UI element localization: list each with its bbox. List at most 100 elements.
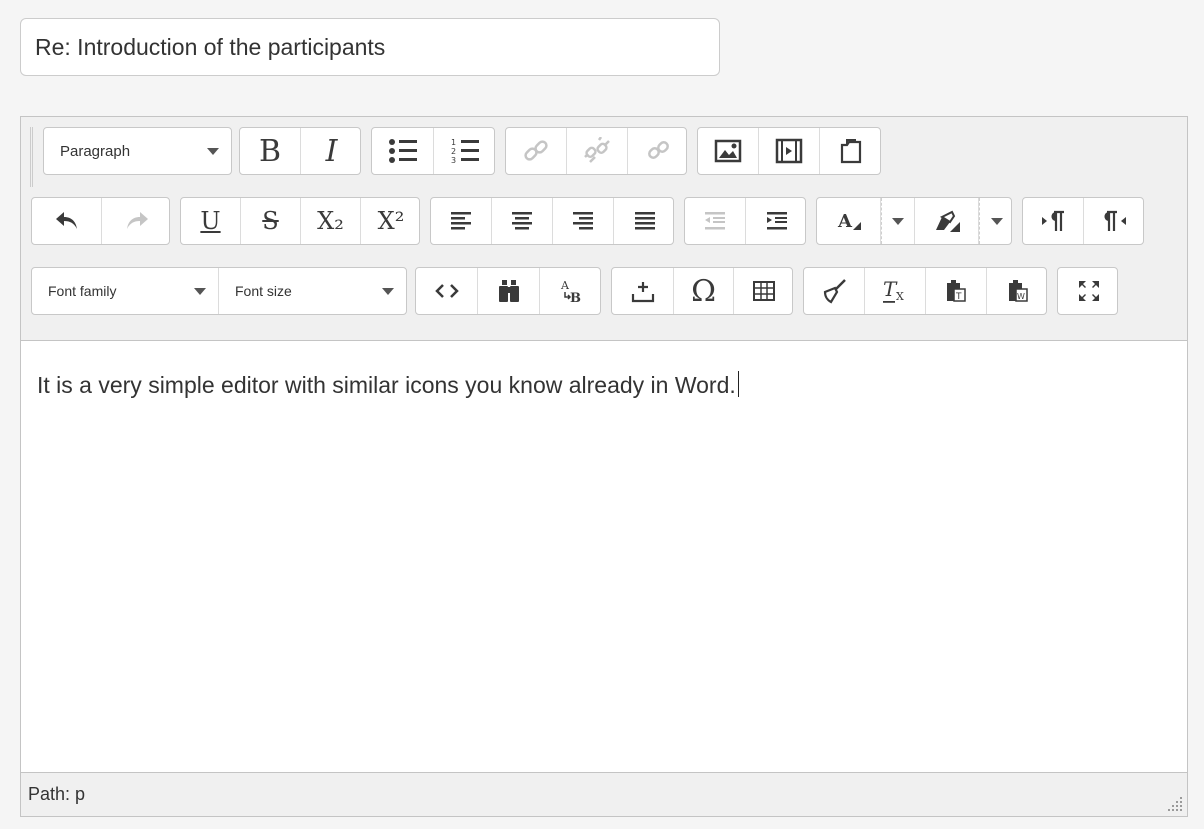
insert-group: Ω	[611, 267, 793, 315]
align-right-icon	[573, 212, 593, 230]
chevron-down-icon	[194, 287, 206, 295]
background-color-dropdown[interactable]	[979, 198, 1011, 244]
chevron-down-icon	[382, 287, 394, 295]
paste-word-icon: W	[1008, 280, 1028, 302]
files-icon	[840, 139, 862, 164]
align-left-icon	[451, 212, 471, 230]
anchor-icon	[648, 141, 669, 159]
paste-word-button[interactable]: W	[987, 268, 1046, 314]
subject-input[interactable]: Re: Introduction of the participants	[20, 18, 720, 76]
italic-button[interactable]: I	[301, 128, 360, 174]
right-to-left-button[interactable]	[1084, 198, 1143, 244]
insert-link-button[interactable]	[506, 128, 567, 174]
unlink-button[interactable]	[567, 128, 628, 174]
bold-button[interactable]: B	[240, 128, 301, 174]
background-color-icon	[935, 210, 960, 232]
list-group: 1 2 3	[371, 127, 495, 175]
indent-group	[684, 197, 806, 245]
align-justify-icon	[634, 212, 655, 230]
editor-content-area[interactable]: It is a very simple editor with similar …	[21, 341, 1187, 773]
text-format-group: U S X₂ X²	[180, 197, 420, 245]
chevron-down-icon	[990, 217, 1003, 225]
spellcheck-icon: A B	[560, 279, 581, 304]
strikethrough-button[interactable]: S	[241, 198, 301, 244]
svg-text:3: 3	[451, 156, 456, 165]
source-code-button[interactable]	[416, 268, 478, 314]
left-to-right-button[interactable]	[1023, 198, 1084, 244]
unlink-icon	[584, 137, 610, 163]
editor-statusbar: Path: p	[21, 772, 1187, 816]
clear-formatting-icon: T X	[883, 278, 904, 303]
media-group	[697, 127, 881, 175]
superscript-button[interactable]: X²	[361, 198, 419, 244]
search-replace-button[interactable]	[478, 268, 540, 314]
text-color-icon: A	[837, 211, 861, 232]
resize-handle-icon[interactable]	[1167, 796, 1183, 812]
insert-table-button[interactable]	[734, 268, 792, 314]
bullet-list-icon	[388, 139, 417, 163]
chevron-down-icon	[892, 217, 904, 225]
bullet-list-button[interactable]	[372, 128, 434, 174]
insert-media-button[interactable]	[759, 128, 820, 174]
fullscreen-button[interactable]	[1058, 268, 1117, 314]
rich-text-editor: Paragraph B I 1 2 3 U S X₂ X² A Font fam…	[20, 116, 1188, 817]
align-right-button[interactable]	[553, 198, 614, 244]
font-group: Font family Font size	[31, 267, 407, 315]
tools-group: A B	[415, 267, 601, 315]
chevron-down-icon	[207, 147, 219, 155]
underline-button[interactable]: U	[181, 198, 241, 244]
svg-text:X: X	[896, 290, 904, 303]
numbered-list-icon: 1 2 3	[451, 138, 479, 165]
text-style-group: B I	[239, 127, 361, 175]
fullscreen-icon	[1078, 281, 1099, 301]
align-center-button[interactable]	[492, 198, 553, 244]
svg-text:T: T	[955, 292, 962, 302]
cleanup-button[interactable]	[804, 268, 865, 314]
outdent-icon	[705, 212, 725, 230]
font-size-label: Font size	[235, 283, 292, 299]
element-path: Path: p	[28, 784, 86, 804]
outdent-button[interactable]	[685, 198, 746, 244]
insert-icon	[631, 282, 654, 303]
toolbar-drag-handle	[30, 127, 33, 187]
link-group	[505, 127, 687, 175]
special-character-button[interactable]: Ω	[674, 268, 734, 314]
paragraph-format-select[interactable]: Paragraph	[44, 128, 231, 174]
redo-button[interactable]	[102, 198, 169, 244]
clear-formatting-button[interactable]: T X	[865, 268, 926, 314]
background-color-button[interactable]	[915, 198, 979, 244]
broom-icon	[823, 279, 846, 304]
indent-button[interactable]	[746, 198, 805, 244]
svg-text:W: W	[1017, 292, 1025, 301]
text-color-dropdown[interactable]	[881, 198, 915, 244]
numbered-list-button[interactable]: 1 2 3	[434, 128, 494, 174]
insert-anchor-button[interactable]	[612, 268, 674, 314]
editor-toolbar: Paragraph B I 1 2 3 U S X₂ X² A Font fam…	[21, 117, 1187, 341]
font-size-select[interactable]: Font size	[219, 268, 406, 314]
code-icon	[434, 284, 459, 298]
align-justify-button[interactable]	[614, 198, 673, 244]
svg-text:B: B	[570, 291, 581, 304]
alignment-group	[430, 197, 674, 245]
paste-text-icon: T	[947, 280, 966, 302]
svg-text:A: A	[837, 211, 853, 232]
subscript-button[interactable]: X₂	[301, 198, 361, 244]
link-icon	[524, 140, 548, 161]
color-group: A	[816, 197, 1012, 245]
redo-icon	[126, 212, 148, 229]
align-left-button[interactable]	[431, 198, 492, 244]
paste-text-button[interactable]: T	[926, 268, 987, 314]
rtl-paragraph-icon	[1104, 210, 1126, 231]
anchor-button[interactable]	[628, 128, 686, 174]
svg-text:A: A	[560, 279, 570, 292]
text-cursor	[737, 371, 739, 397]
paragraph-format-label: Paragraph	[60, 142, 131, 160]
insert-image-button[interactable]	[698, 128, 759, 174]
text-color-button[interactable]: A	[817, 198, 881, 244]
manage-files-button[interactable]	[820, 128, 880, 174]
indent-icon	[766, 212, 787, 230]
clean-group: T X T W	[803, 267, 1047, 315]
spellcheck-button[interactable]: A B	[540, 268, 600, 314]
font-family-select[interactable]: Font family	[32, 268, 219, 314]
undo-button[interactable]	[32, 198, 102, 244]
